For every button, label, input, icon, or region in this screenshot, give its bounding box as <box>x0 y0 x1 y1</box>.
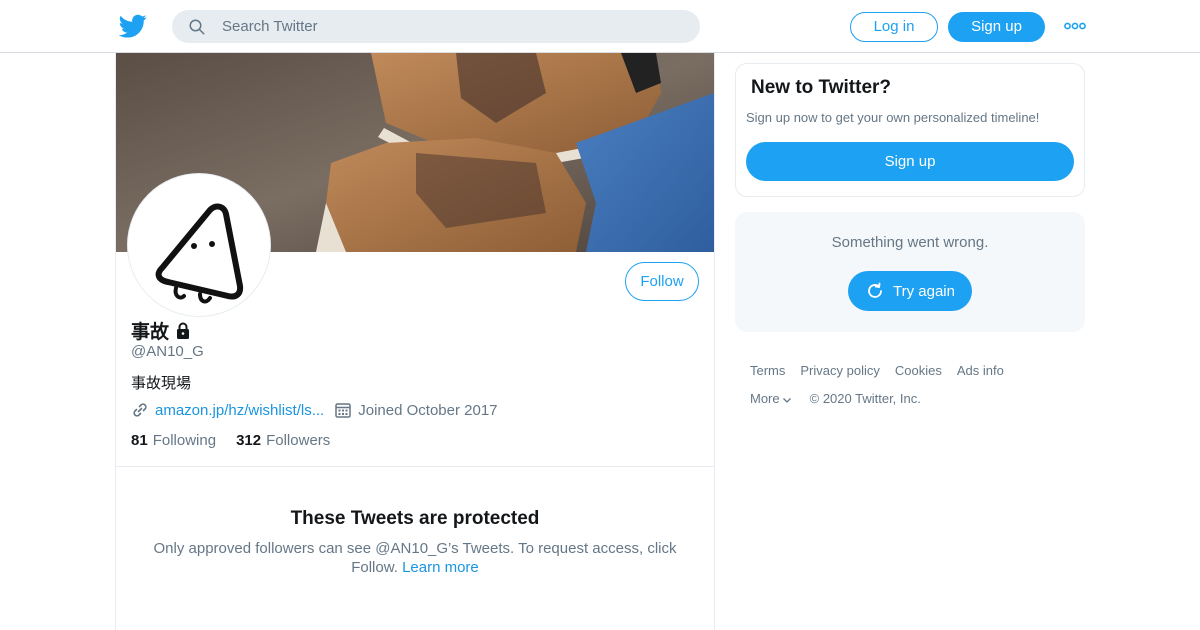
footer-more-label: More <box>750 391 780 406</box>
calendar-icon <box>335 403 351 418</box>
footer-row-more: More © 2020 Twitter, Inc. <box>750 391 1080 406</box>
error-card: Something went wrong. Try again <box>735 212 1085 332</box>
new-to-twitter-subtitle: Sign up now to get your own personalized… <box>746 110 1040 125</box>
followers-label: Followers <box>266 432 331 449</box>
avatar[interactable] <box>128 174 270 316</box>
profile-meta: amazon.jp/hz/wishlist/ls... Joined Octob… <box>131 401 498 419</box>
profile-counts: 81 Following 312 Followers <box>131 432 350 449</box>
profile-url-link[interactable]: amazon.jp/hz/wishlist/ls... <box>155 402 324 419</box>
profile-name: 事故 <box>131 317 193 344</box>
protected-text: Only approved followers can see @AN10_G’… <box>146 539 684 577</box>
try-again-button[interactable]: Try again <box>848 271 972 311</box>
following-count-link[interactable]: 81 Following <box>131 432 216 449</box>
profile-bio: 事故現場 <box>131 375 192 392</box>
footer-more-link[interactable]: More <box>750 391 792 406</box>
following-count: 81 <box>131 432 148 449</box>
footer-links: Terms Privacy policy Cookies Ads info <box>750 363 1080 378</box>
follow-button[interactable]: Follow <box>625 262 699 301</box>
search-box[interactable] <box>172 10 700 43</box>
learn-more-link[interactable]: Learn more <box>402 559 479 576</box>
footer-link-privacy[interactable]: Privacy policy <box>800 363 879 378</box>
search-input[interactable] <box>222 10 682 43</box>
signup-button[interactable]: Sign up <box>948 12 1045 42</box>
refresh-icon <box>868 282 882 298</box>
more-options-icon[interactable] <box>1064 18 1086 34</box>
sidebar-signup-button[interactable]: Sign up <box>746 142 1074 181</box>
profile-column: Follow 事故 @AN10_G 事故現場 amazon.jp/hz/wish… <box>115 53 715 630</box>
display-name: 事故 <box>131 322 170 343</box>
following-label: Following <box>152 432 217 449</box>
lock-icon <box>177 322 190 339</box>
twitter-bird-icon[interactable] <box>119 12 147 40</box>
footer: Terms Privacy policy Cookies Ads info Mo… <box>750 363 1080 406</box>
search-icon <box>189 19 205 35</box>
login-button[interactable]: Log in <box>850 12 938 42</box>
followers-count-link[interactable]: 312 Followers <box>236 432 330 449</box>
new-to-twitter-title: New to Twitter? <box>751 77 892 98</box>
error-message: Something went wrong. <box>831 234 989 251</box>
top-bar: Log in Sign up <box>0 0 1200 53</box>
copyright: © 2020 Twitter, Inc. <box>809 391 921 406</box>
profile-handle: @AN10_G <box>131 343 204 360</box>
link-icon <box>133 403 147 417</box>
joined-date: Joined October 2017 <box>358 401 498 419</box>
try-again-label: Try again <box>893 282 955 300</box>
protected-title: These Tweets are protected <box>290 508 540 529</box>
divider <box>116 466 714 467</box>
footer-link-ads-info[interactable]: Ads info <box>957 363 1004 378</box>
new-to-twitter-card: New to Twitter? Sign up now to get your … <box>735 63 1085 197</box>
footer-link-cookies[interactable]: Cookies <box>895 363 942 378</box>
followers-count: 312 <box>236 432 262 449</box>
footer-link-terms[interactable]: Terms <box>750 363 785 378</box>
chevron-down-icon <box>782 397 791 403</box>
avatar-image <box>132 178 266 312</box>
